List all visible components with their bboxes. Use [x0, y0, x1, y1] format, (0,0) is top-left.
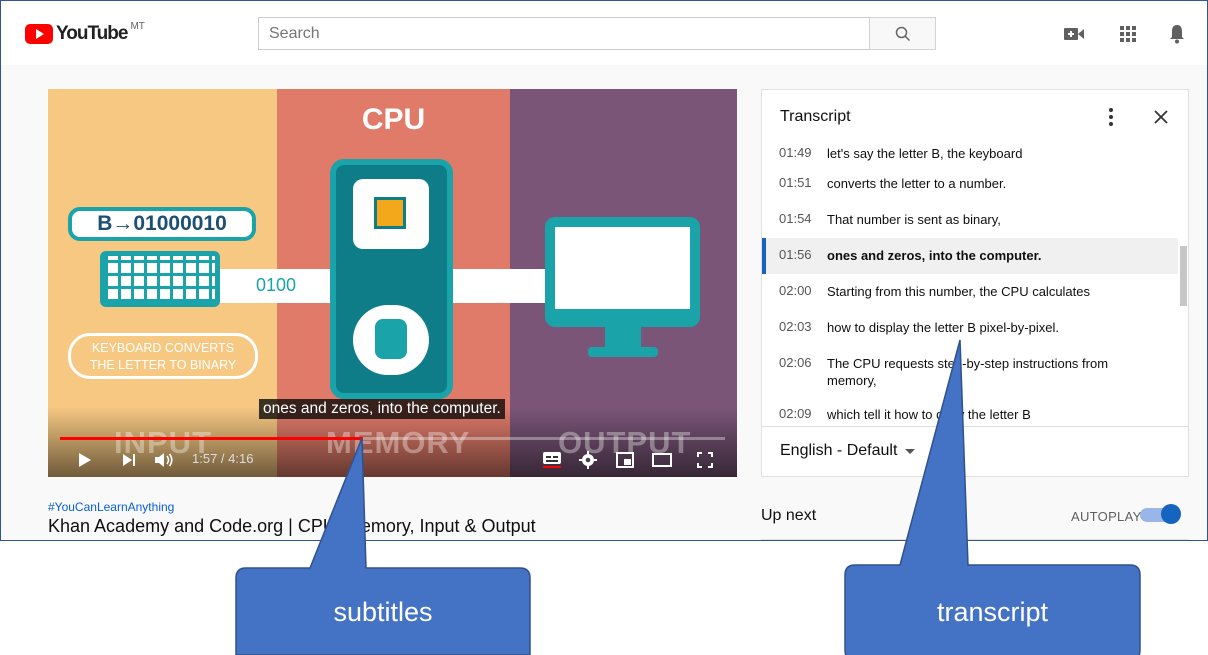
settings-gear-icon[interactable]	[576, 449, 600, 471]
video-title: Khan Academy and Code.org | CPU, Memory,…	[48, 516, 536, 536]
transcript-timestamp: 02:03	[779, 319, 812, 334]
transcript-timestamp: 02:06	[779, 355, 812, 370]
progress-bar-fill	[60, 437, 363, 440]
subtitles-callout-label: subtitles	[333, 597, 433, 627]
up-next-heading: Up next	[761, 507, 817, 524]
language-label: English - Default	[780, 442, 898, 459]
transcript-callout-label: transcript	[936, 597, 1049, 627]
ghost-label-memory: MEMORY	[326, 425, 471, 460]
transcript-row[interactable]: 01:49 let's say the letter B, the keyboar…	[762, 142, 1178, 166]
play-icon[interactable]	[74, 449, 96, 471]
dropdown-caret-icon	[905, 448, 916, 454]
next-icon[interactable]	[118, 449, 140, 471]
database-icon	[375, 319, 407, 359]
create-video-icon[interactable]	[1063, 23, 1085, 45]
transcript-row[interactable]: 02:06 The CPU requests step-by-step instr…	[762, 346, 1178, 397]
transcript-text: let's say the letter B, the keyboard	[827, 146, 1023, 161]
transcript-timestamp: 01:51	[779, 175, 812, 190]
time-display: 1:57 / 4:16	[192, 451, 254, 466]
transcript-row[interactable]: 01:54 That number is sent as binary,	[762, 202, 1178, 238]
theater-mode-icon[interactable]	[650, 449, 674, 471]
sidebar-divider	[761, 539, 1189, 540]
youtube-screenshot: YouTube MT Search CPU 0100 B→01000010 KE…	[0, 0, 1208, 541]
language-selector[interactable]: English - Default	[780, 442, 916, 460]
transcript-panel: Transcript 01:49 let's say the letter B, …	[761, 89, 1189, 477]
transcript-text: how to display the letter B pixel-by-pix…	[827, 320, 1059, 335]
monitor-screen	[555, 227, 690, 309]
transcript-timestamp: 02:00	[779, 283, 812, 298]
captions-icon[interactable]	[540, 449, 564, 471]
search-icon	[895, 26, 910, 41]
video-hashtag-link[interactable]: #YouCanLearnAnything	[48, 500, 174, 514]
keyboard-caption-line1: KEYBOARD CONVERTS	[91, 341, 235, 355]
monitor-stand	[605, 327, 641, 349]
autoplay-label: AUTOPLAY	[1071, 509, 1142, 524]
transcript-timestamp: 01:54	[779, 211, 812, 226]
transcript-timestamp: 01:49	[779, 145, 812, 160]
transcript-row[interactable]: 02:09 which tell it how to draw the lette…	[762, 397, 1178, 426]
keyboard-caption-line2: THE LETTER TO BINARY	[89, 358, 237, 372]
apps-grid-icon[interactable]	[1117, 23, 1139, 45]
wire-binary-text: 0100	[256, 275, 297, 295]
processor-core-icon	[374, 197, 406, 229]
search-button[interactable]	[869, 17, 936, 50]
transcript-text: which tell it how to draw the letter B	[827, 407, 1031, 422]
transcript-scrollbar[interactable]	[1180, 246, 1187, 306]
video-player[interactable]: CPU 0100 B→01000010 KEYBOARD CONVERTS TH…	[48, 89, 737, 477]
transcript-text: That number is sent as binary,	[827, 212, 1001, 227]
transcript-text: converts the letter to a number.	[827, 176, 1007, 191]
more-options-icon[interactable]	[1104, 106, 1118, 128]
progress-bar[interactable]	[60, 437, 725, 440]
transcript-list[interactable]: 01:49 let's say the letter B, the keyboar…	[762, 142, 1188, 427]
masthead: YouTube MT	[1, 1, 1207, 65]
youtube-logo[interactable]: YouTube MT	[25, 20, 145, 45]
subtitle-caption: ones and zeros, into the computer.	[259, 399, 505, 419]
autoplay-toggle-knob[interactable]	[1161, 504, 1181, 524]
transcript-text: The CPU requests step-by-step instructio…	[827, 356, 1109, 388]
binary-box: B→01000010	[68, 207, 256, 241]
volume-icon[interactable]	[152, 449, 178, 471]
monitor-base	[588, 347, 658, 357]
miniplayer-icon[interactable]	[613, 449, 637, 471]
transcript-timestamp: 01:56	[779, 247, 812, 262]
close-icon[interactable]	[1153, 108, 1169, 131]
keyboard-caption: KEYBOARD CONVERTS THE LETTER TO BINARY	[68, 333, 258, 379]
slide-stage: YouTube MT Search CPU 0100 B→01000010 KE…	[0, 0, 1208, 655]
transcript-row[interactable]: 01:56 ones and zeros, into the computer.	[762, 238, 1178, 274]
transcript-title: Transcript	[780, 108, 851, 125]
keyboard-illustration-icon	[100, 251, 220, 307]
transcript-row[interactable]: 02:03 how to display the letter B pixel-b…	[762, 310, 1178, 346]
cpu-heading: CPU	[361, 103, 426, 136]
transcript-timestamp: 02:09	[779, 406, 812, 421]
logo-country-code: MT	[130, 20, 145, 32]
search-input[interactable]	[258, 17, 869, 50]
transcript-row[interactable]: 01:51 converts the letter to a number.	[762, 166, 1178, 202]
transcript-text: ones and zeros, into the computer.	[827, 248, 1042, 263]
output-wire	[448, 269, 558, 303]
transcript-text: Starting from this number, the CPU calcu…	[827, 284, 1091, 299]
transcript-row[interactable]: 02:00 Starting from this number, the CPU …	[762, 274, 1178, 310]
youtube-play-logo-icon	[25, 24, 53, 44]
fullscreen-icon[interactable]	[693, 449, 717, 471]
logo-text: YouTube	[56, 23, 128, 44]
notifications-bell-icon[interactable]	[1166, 23, 1188, 45]
